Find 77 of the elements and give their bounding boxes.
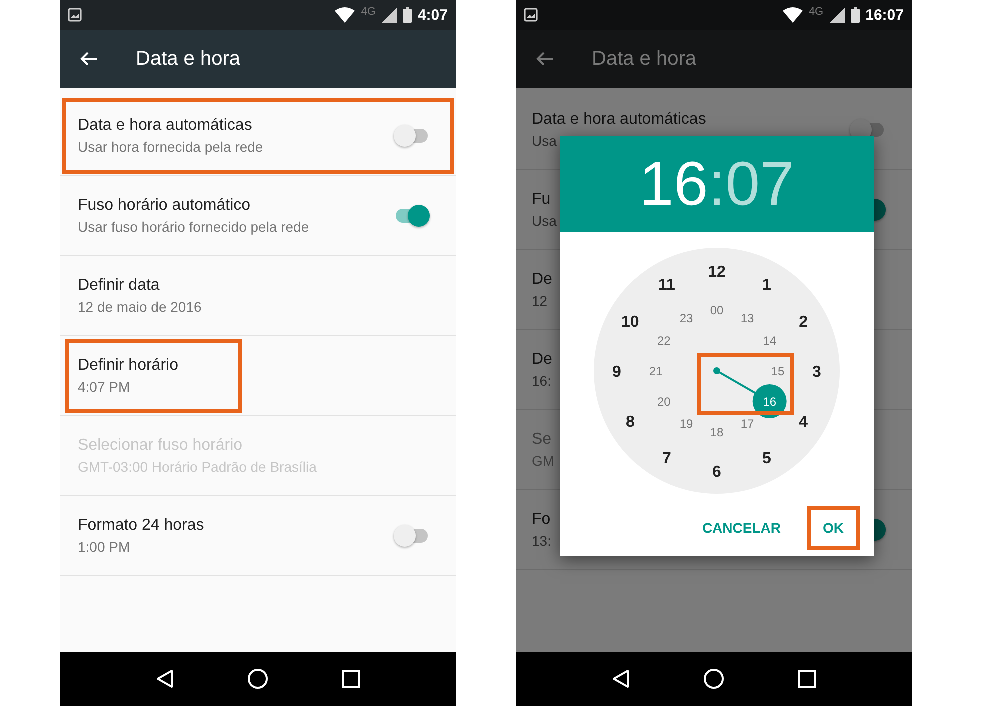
dial-number[interactable]: 18	[710, 425, 724, 440]
image-icon	[68, 8, 82, 22]
dial-number[interactable]: 6	[712, 464, 722, 481]
setting-summary: Usa	[532, 212, 557, 228]
dial-number[interactable]: 8	[626, 414, 635, 431]
image-icon	[524, 8, 538, 22]
settings-row[interactable]: Fuso horário automático Usar fuso horário fornecido pela rede	[60, 176, 456, 256]
setting-title: Definir data	[78, 276, 161, 294]
settings-row[interactable]: Definir data 12 de maio de 2016	[60, 256, 456, 336]
setting-summary: 12 de maio de 2016	[78, 298, 202, 314]
dial-number[interactable]: 9	[612, 364, 622, 381]
setting-summary: 12	[532, 292, 549, 308]
setting-summary: 1:00 PM	[78, 538, 132, 554]
toggle-switch[interactable]	[394, 124, 430, 146]
recents-icon[interactable]	[798, 670, 816, 688]
setting-title: De	[532, 350, 552, 368]
network-label: 4G	[808, 6, 824, 18]
dial-number[interactable]: 7	[662, 450, 672, 468]
dial-number[interactable]: 20	[658, 394, 671, 409]
setting-title: Data e hora automáticas	[78, 116, 254, 134]
clock-hand[interactable]	[714, 368, 787, 418]
setting-summary: 13:	[532, 532, 552, 548]
status-time: 16:07	[866, 6, 904, 24]
back-icon[interactable]	[612, 669, 630, 689]
setting-title: Data e hora automáticas	[532, 110, 706, 128]
setting-title: Formato 24 horas	[78, 516, 204, 534]
home-icon[interactable]	[246, 668, 269, 690]
setting-summary: 16:	[532, 372, 552, 388]
setting-title: De	[532, 270, 552, 288]
setting-title: Fo	[532, 510, 552, 528]
dial-number[interactable]: 17	[740, 417, 754, 432]
home-icon[interactable]	[702, 668, 725, 690]
setting-title: Se	[532, 430, 553, 448]
toolbar-title: Data e hora	[592, 48, 697, 70]
setting-summary: GM	[532, 452, 555, 468]
battery-icon	[850, 7, 860, 23]
setting-summary: Usar fuso horário fornecido pela rede	[78, 218, 310, 234]
wifi-icon	[335, 7, 356, 23]
dial-number[interactable]: 22	[658, 334, 671, 348]
recents-icon[interactable]	[342, 670, 360, 688]
dial-number[interactable]: 19	[680, 417, 694, 432]
dial-number[interactable]: 23	[680, 312, 694, 326]
dial-number[interactable]: 14	[763, 334, 776, 348]
dial-number[interactable]: 4	[799, 414, 808, 431]
dial-number[interactable]: 15	[771, 364, 785, 378]
dial-number[interactable]: 3	[812, 364, 822, 381]
dialog-button[interactable]: OK	[807, 506, 860, 550]
settings-row[interactable]: Data e hora automáticas Usar hora fornecida pela rede	[60, 96, 456, 176]
toggle-switch[interactable]	[394, 524, 430, 546]
dial-number[interactable]: 1	[762, 277, 772, 294]
setting-title: Definir horário	[78, 356, 178, 374]
setting-summary: Usa	[532, 132, 558, 148]
dial-number[interactable]: 13	[740, 312, 754, 326]
back-icon[interactable]	[156, 669, 174, 689]
setting-summary: 4:07 PM	[78, 378, 132, 394]
wifi-icon	[782, 7, 803, 23]
setting-title: Fu	[532, 190, 552, 208]
dialog-button[interactable]: CANCELAR	[686, 506, 797, 550]
dial-number[interactable]: 10	[622, 314, 640, 331]
toolbar-title: Data e hora	[136, 48, 241, 70]
settings-row[interactable]: Definir horário 4:07 PM	[60, 336, 456, 416]
network-label: 4G	[361, 6, 376, 18]
dial-number[interactable]: 2	[799, 314, 808, 331]
dial-number[interactable]: 21	[649, 364, 663, 378]
dial-number[interactable]: 5	[762, 450, 772, 468]
status-time: 4:07	[418, 6, 448, 24]
settings-row[interactable]: Formato 24 horas 1:00 PM	[60, 496, 456, 576]
dial-number[interactable]: 11	[658, 277, 676, 294]
battery-icon	[402, 7, 412, 23]
toggle-switch[interactable]	[394, 204, 430, 226]
signal-icon	[830, 8, 845, 22]
setting-title: Fuso horário automático	[78, 196, 252, 214]
signal-icon	[382, 8, 397, 22]
dial-number[interactable]: 12	[708, 264, 726, 281]
dial-number[interactable]: 00	[710, 303, 724, 318]
dial-number[interactable]: 16	[763, 394, 776, 409]
setting-summary: Usar hora fornecida pela rede	[78, 138, 264, 154]
